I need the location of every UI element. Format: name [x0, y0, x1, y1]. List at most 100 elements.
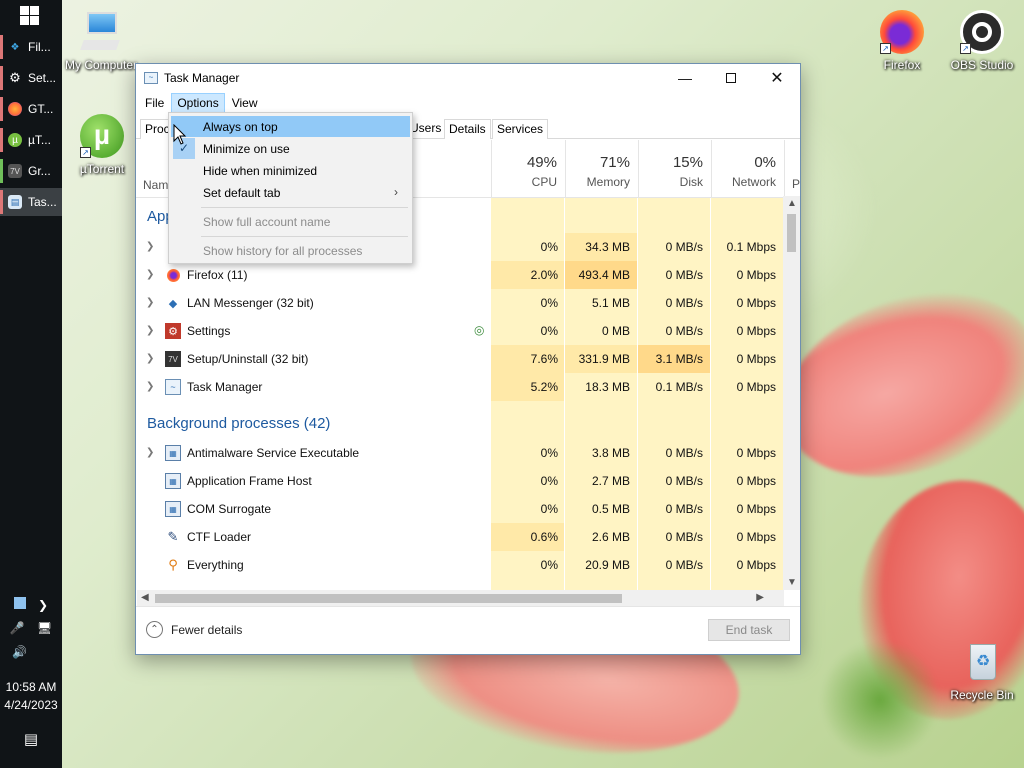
chevron-right-icon[interactable]: ❯ [146, 447, 154, 458]
memory-value: 5.1 MB [591, 296, 630, 310]
table-row[interactable]: ❯ ⚙ Settings ◎ 0% 0 MB 0 MB/s 0 Mbps [136, 317, 782, 345]
taskbar-item-settings[interactable]: ⚙ Set... [0, 64, 62, 92]
desktop-icon-recycle-bin[interactable]: ♻ Recycle Bin [943, 640, 1021, 702]
cpu-value: 0.6% [530, 530, 558, 544]
process-name: LAN Messenger (32 bit) [187, 296, 314, 310]
memory-value: 2.6 MB [591, 530, 630, 544]
network-value: 0 Mbps [736, 446, 776, 460]
minimize-button[interactable]: — [662, 64, 708, 92]
table-row[interactable]: ❯ ▦ Antimalware Service Executable 0% 3.… [136, 439, 782, 467]
table-row[interactable]: ▦ Application Frame Host 0% 2.7 MB 0 MB/… [136, 467, 782, 495]
network-value: 0 Mbps [736, 352, 776, 366]
chevron-right-icon[interactable]: ❯ [146, 353, 154, 364]
column-header-network[interactable]: 0% Network [711, 140, 784, 198]
power-label: P [792, 177, 800, 191]
table-row[interactable]: ❯ ◆ LAN Messenger (32 bit) 0% 5.1 MB 0 M… [136, 289, 782, 317]
taskbar-item-setup[interactable]: 7V Gr... [0, 157, 62, 185]
vertical-scrollbar[interactable]: ▲ ▼ [783, 196, 800, 590]
close-button[interactable]: ✕ [754, 64, 800, 92]
desktop-icon-label: Firefox [883, 58, 921, 72]
end-task-button[interactable]: End task [708, 619, 790, 641]
column-header-disk[interactable]: 15% Disk [638, 140, 711, 198]
network-label: Network [731, 175, 776, 189]
desktop-icon-obs[interactable]: ↗ OBS Studio [943, 10, 1021, 72]
scroll-down-icon[interactable]: ▼ [787, 577, 797, 588]
table-row[interactable]: ▦ COM Surrogate 0% 0.5 MB 0 MB/s 0 Mbps [136, 495, 782, 523]
column-header-memory[interactable]: 71% Memory [565, 140, 638, 198]
table-row[interactable]: ❯ ~ Task Manager 5.2% 18.3 MB 0.1 MB/s 0… [136, 373, 782, 401]
title-bar[interactable]: ~ Task Manager — ✕ [136, 64, 800, 92]
menu-item-hide-when-minimized[interactable]: Hide when minimized [171, 160, 410, 181]
scrollbar-thumb[interactable] [155, 594, 622, 603]
taskbar-item-task-manager[interactable]: ▤ Tas... [0, 188, 62, 216]
chevron-right-icon[interactable]: ❯ [146, 325, 154, 336]
scrollbar-thumb[interactable] [787, 214, 796, 252]
taskbar-item-firefox[interactable]: GT... [0, 95, 62, 123]
lan-messenger-icon: ◆ [168, 297, 178, 310]
menu-file[interactable]: File [140, 94, 169, 112]
desktop-icon-my-computer[interactable]: My Computer [62, 10, 140, 72]
start-button[interactable] [20, 6, 40, 26]
scroll-right-icon[interactable]: ▶ [756, 592, 764, 603]
fewer-details-button[interactable]: ⌃ Fewer details [146, 621, 242, 638]
taskbar-item-file-explorer[interactable]: ❖ Fil... [0, 33, 62, 61]
cpu-value: 7.6% [530, 352, 558, 366]
volume-icon[interactable]: 🔊 [12, 645, 27, 659]
taskbar-item-label: Fil... [28, 40, 51, 54]
cpu-percent: 49% [526, 154, 557, 171]
utorrent-icon: µ [8, 133, 22, 147]
network-icon[interactable]: 🖥 [37, 621, 52, 635]
taskbar-item-label: Set... [28, 71, 57, 85]
clock[interactable]: 10:58 AM 4/24/2023 [0, 680, 62, 712]
cpu-value: 0% [540, 446, 558, 460]
network-value: 0 Mbps [736, 502, 776, 516]
menu-options[interactable]: Options [171, 93, 225, 113]
horizontal-scrollbar[interactable]: ◀ ▶ [137, 590, 784, 607]
table-row[interactable]: ❯ 7V Setup/Uninstall (32 bit) 7.6% 331.9… [136, 345, 782, 373]
column-header-power[interactable]: P [784, 140, 800, 198]
table-row[interactable]: ❯ Firefox (11) 2.0% 493.4 MB 0 MB/s 0 Mb… [136, 261, 782, 289]
table-row[interactable]: ✎ CTF Loader 0.6% 2.6 MB 0 MB/s 0 Mbps [136, 523, 782, 551]
disk-value: 0 MB/s [665, 502, 703, 516]
desktop-icon-utorrent[interactable]: µ ↗ µTorrent [63, 114, 141, 176]
service-icon: ▦ [165, 501, 181, 517]
network-value: 0 Mbps [736, 324, 776, 338]
battery-icon[interactable] [13, 597, 26, 609]
maximize-button[interactable] [708, 64, 754, 92]
menu-item-always-on-top[interactable]: Always on top [171, 116, 410, 137]
process-name: Firefox (11) [187, 268, 248, 282]
tab-services[interactable]: Services [492, 119, 549, 139]
network-value: 0 Mbps [736, 268, 776, 282]
clock-time: 10:58 AM [5, 680, 57, 694]
desktop-icon-label: OBS Studio [950, 58, 1014, 72]
notification-icon[interactable]: ▤ [0, 730, 62, 748]
chevron-right-icon[interactable]: ❯ [146, 241, 154, 252]
network-value: 0 Mbps [736, 474, 776, 488]
scroll-left-icon[interactable]: ◀ [141, 592, 149, 603]
column-header-cpu[interactable]: 49% CPU [491, 140, 565, 198]
tab-details[interactable]: Details [444, 119, 491, 139]
chevron-right-icon[interactable]: ❯ [38, 598, 48, 612]
disk-value: 0 MB/s [665, 240, 703, 254]
gear-icon: ⚙ [9, 70, 21, 85]
network-value: 0 Mbps [736, 530, 776, 544]
cpu-value: 0% [540, 474, 558, 488]
column-header-name[interactable]: Nam [143, 178, 168, 192]
chevron-right-icon[interactable]: ❯ [146, 381, 154, 392]
desktop-icon-firefox[interactable]: ↗ Firefox [863, 10, 941, 72]
suspended-leaf-icon: ◎ [474, 323, 485, 337]
table-row[interactable]: ⚲ Everything 0% 20.9 MB 0 MB/s 0 Mbps [136, 551, 782, 579]
chevron-right-icon[interactable]: ❯ [146, 297, 154, 308]
disk-value: 0 MB/s [665, 446, 703, 460]
scroll-up-icon[interactable]: ▲ [787, 198, 797, 209]
microphone-icon[interactable]: 🎤 [10, 621, 25, 635]
taskbar-item-utorrent[interactable]: µ µT... [0, 126, 62, 154]
tray-row-1: ❯ [0, 597, 62, 612]
menu-item-set-default-tab[interactable]: Set default tab › [171, 182, 410, 203]
setup-icon: 7V [8, 164, 22, 178]
cpu-value: 2.0% [530, 268, 558, 282]
menu-view[interactable]: View [227, 94, 263, 112]
menu-item-minimize-on-use[interactable]: ✓ Minimize on use [171, 138, 410, 159]
cpu-value: 0% [540, 240, 558, 254]
chevron-right-icon[interactable]: ❯ [146, 269, 154, 280]
